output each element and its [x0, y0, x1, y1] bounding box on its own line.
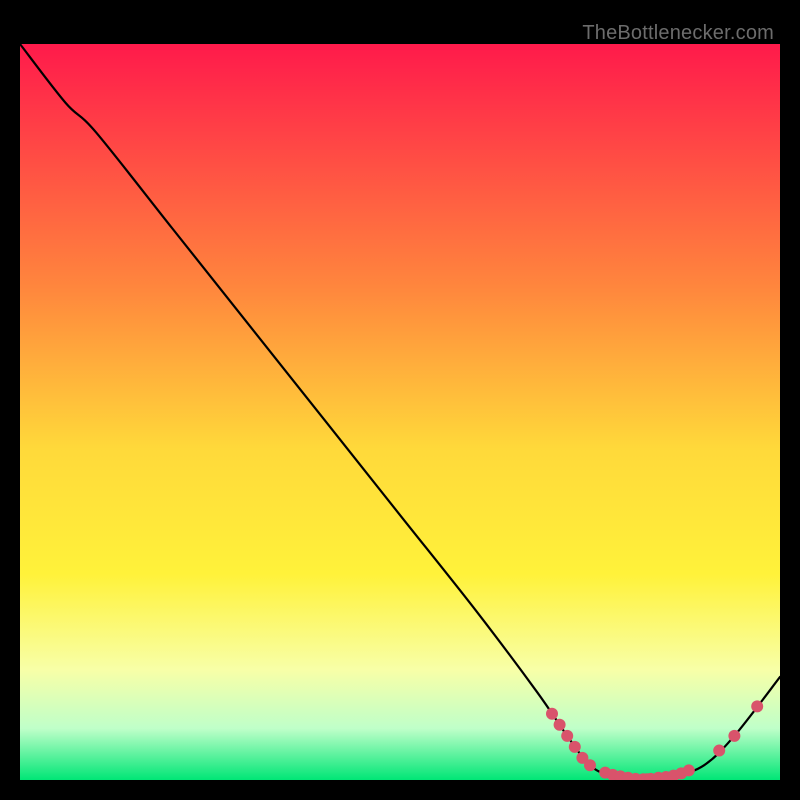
data-marker: [683, 764, 695, 776]
data-marker: [713, 745, 725, 757]
data-marker: [554, 719, 566, 731]
data-marker: [561, 730, 573, 742]
bottleneck-curve-chart: [20, 20, 780, 780]
data-marker: [569, 741, 581, 753]
data-marker: [751, 700, 763, 712]
gradient-background: [20, 44, 780, 780]
data-marker: [546, 708, 558, 720]
chart-frame: TheBottlenecker.com: [20, 20, 780, 780]
data-marker: [728, 730, 740, 742]
attribution-text: TheBottlenecker.com: [582, 22, 774, 45]
data-marker: [584, 759, 596, 771]
